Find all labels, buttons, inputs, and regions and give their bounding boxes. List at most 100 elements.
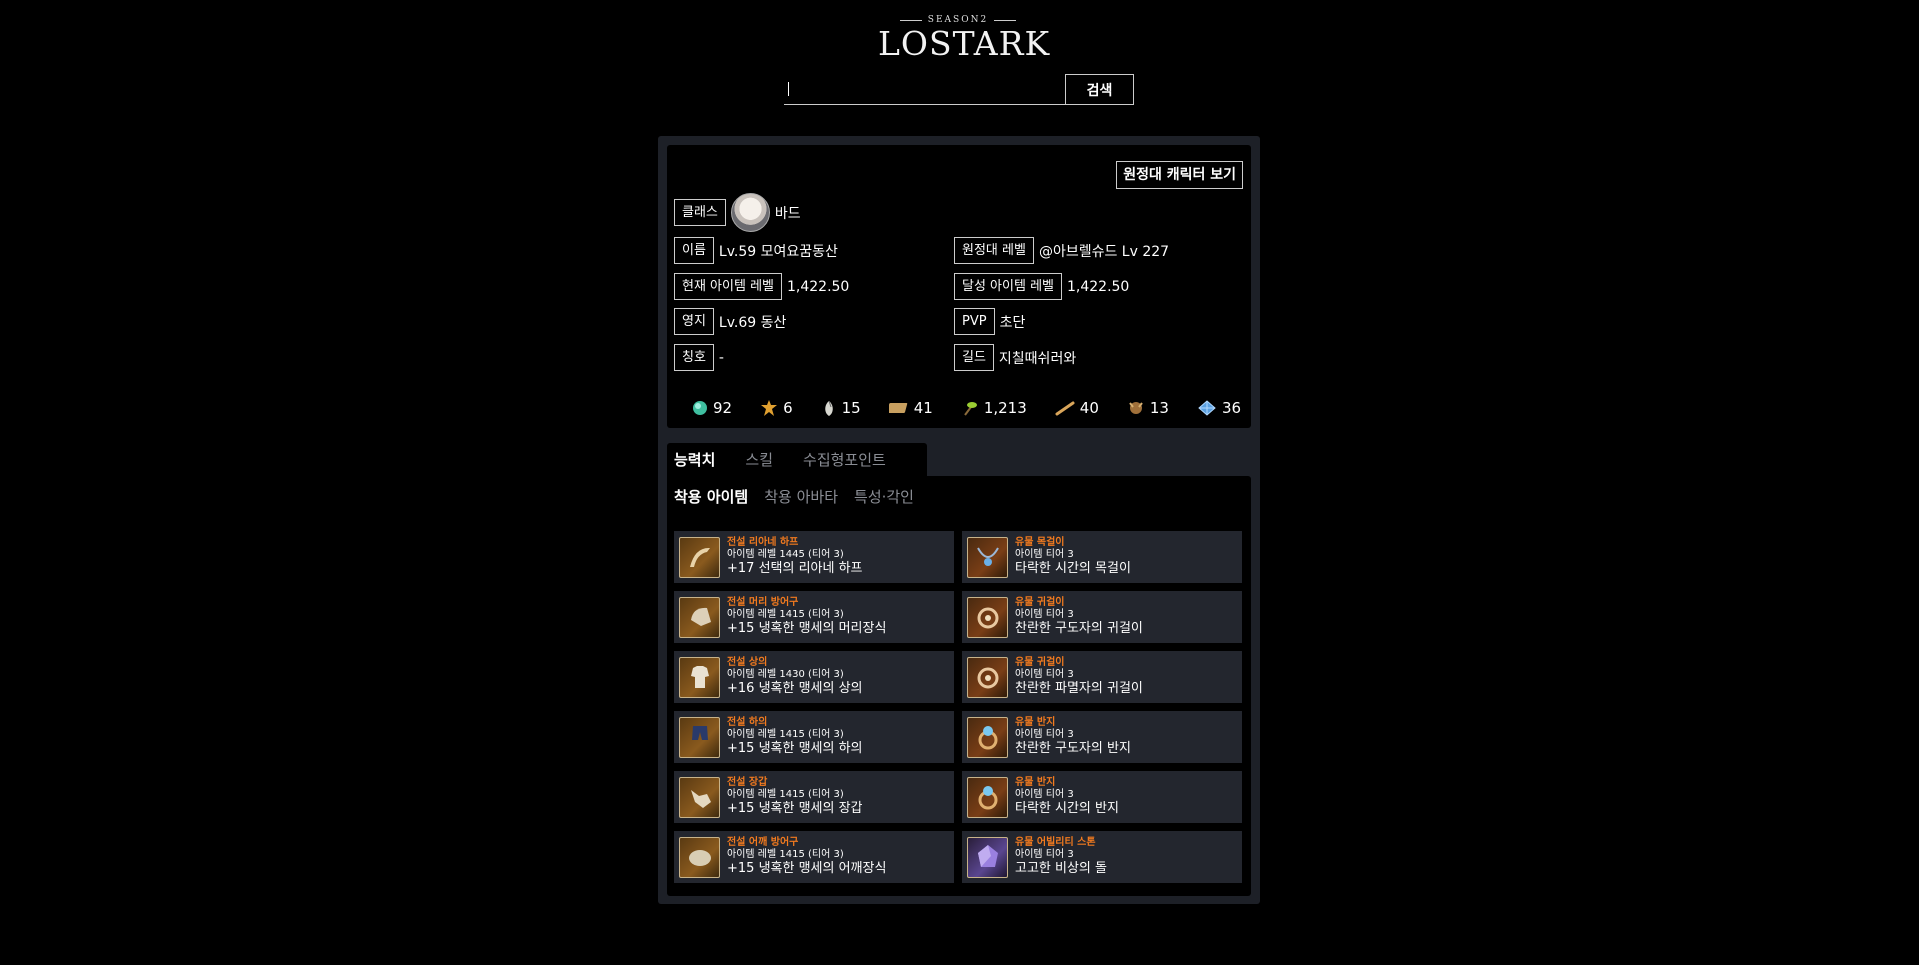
- search-bar: 검색: [784, 74, 1134, 105]
- subtab-equipped-items[interactable]: 착용 아이템: [674, 486, 748, 507]
- item-level: 아이템 티어 3: [1015, 609, 1074, 620]
- collectible-value: 15: [841, 399, 861, 417]
- subtab-equipped-avatar[interactable]: 착용 아바타: [764, 486, 838, 507]
- item-grade: 유물 반지: [1015, 717, 1056, 728]
- logo-name-text: LOSTARK: [878, 24, 1051, 63]
- item-name: +16 냉혹한 맹세의 상의: [727, 681, 863, 696]
- item-level: 아이템 레벨 1415 (티어 3): [727, 849, 844, 860]
- class-value: 바드: [774, 205, 801, 222]
- equipment-slot[interactable]: 전설 어깨 방어구 아이템 레벨 1415 (티어 3) +15 냉혹한 맹세의 어…: [674, 831, 954, 883]
- item-level: 아이템 티어 3: [1015, 549, 1074, 560]
- main-tabs: 능력치 스킬 수집형포인트: [667, 443, 927, 476]
- item-grade: 전설 장갑: [727, 777, 768, 788]
- sub-tabs: 착용 아이템 착용 아바타 특성·각인: [674, 486, 914, 507]
- collectible-value: 36: [1221, 399, 1242, 417]
- info-label: 원정대 레벨: [954, 237, 1034, 264]
- item-level: 아이템 레벨 1415 (티어 3): [727, 789, 844, 800]
- class-label: 클래스: [674, 199, 726, 226]
- equipment-slot[interactable]: 전설 리아네 하프 아이템 레벨 1445 (티어 3) +17 선택의 리아네 하…: [674, 531, 954, 583]
- item-name: +15 냉혹한 맹세의 머리장식: [727, 621, 887, 636]
- tab-collectibles[interactable]: 수집형포인트: [803, 449, 886, 470]
- tab-content: 착용 아이템 착용 아바타 특성·각인 전설 리아네 하프 아이템 레벨 1445…: [667, 476, 1251, 896]
- item-grade: 유물 귀걸이: [1015, 597, 1065, 608]
- item-grade: 전설 어깨 방어구: [727, 837, 799, 848]
- tab-skills[interactable]: 스킬: [745, 449, 773, 470]
- item-grade: 전설 리아네 하프: [727, 537, 799, 548]
- top-armor-icon: [679, 656, 720, 698]
- info-value: Lv.69 동산: [718, 314, 787, 331]
- info-value: 1,422.50: [1067, 278, 1130, 295]
- item-level: 아이템 레벨 1445 (티어 3): [727, 549, 844, 560]
- accessory-slot[interactable]: 유물 반지 아이템 티어 3 찬란한 구도자의 반지: [962, 711, 1242, 763]
- collectible-value: 40: [1079, 399, 1099, 417]
- collectible-item: 36: [1197, 399, 1241, 417]
- leaf-icon: [1198, 400, 1216, 416]
- necklace-icon: [967, 536, 1008, 578]
- helmet-icon: [679, 596, 720, 638]
- collectible-item: 1,213: [961, 399, 1027, 417]
- tab-stats[interactable]: 능력치: [674, 449, 715, 470]
- item-name: 타락한 시간의 목걸이: [1015, 561, 1131, 576]
- item-level: 아이템 티어 3: [1015, 669, 1074, 680]
- item-name: +15 냉혹한 맹세의 어깨장식: [727, 861, 887, 876]
- equipment-slot[interactable]: 전설 장갑 아이템 레벨 1415 (티어 3) +15 냉혹한 맹세의 장갑: [674, 771, 954, 823]
- item-level: 아이템 레벨 1415 (티어 3): [727, 729, 844, 740]
- subtab-engravings[interactable]: 특성·각인: [854, 486, 914, 507]
- item-name: +17 선택의 리아네 하프: [727, 561, 863, 576]
- medal-icon: [1129, 402, 1143, 414]
- item-grade: 전설 하의: [727, 717, 768, 728]
- accessory-slot[interactable]: 유물 목걸이 아이템 티어 3 타락한 시간의 목걸이: [962, 531, 1242, 583]
- info-row-guild: 길드 지칠때쉬러와: [954, 344, 1076, 371]
- shoulder-icon: [679, 836, 720, 878]
- info-label: 이름: [674, 237, 714, 264]
- info-value: @아브렐슈드 Lv 227: [1038, 243, 1170, 260]
- info-value: Lv.59 모여요꿈동산: [718, 243, 838, 260]
- collectible-value: 6: [783, 399, 793, 417]
- collectible-item: 92: [692, 399, 732, 417]
- ring-icon: [967, 716, 1008, 758]
- info-label: 칭호: [674, 344, 714, 371]
- equipment-slot[interactable]: 전설 머리 방어구 아이템 레벨 1415 (티어 3) +15 냉혹한 맹세의 머…: [674, 591, 954, 643]
- item-grade: 전설 상의: [727, 657, 768, 668]
- item-grade: 유물 반지: [1015, 777, 1056, 788]
- info-value: 지칠때쉬러와: [998, 350, 1077, 367]
- collectible-value: 41: [913, 399, 933, 417]
- info-row-pvp: PVP 초단: [954, 308, 1025, 335]
- character-panel: 원정대 캐릭터 보기 클래스 바드 이름 Lv.59 모여요꿈동산 현재 아이템…: [658, 136, 1260, 904]
- ability-stone-icon: [967, 836, 1008, 878]
- island-heart-icon: [693, 401, 707, 415]
- avatar: [730, 193, 770, 232]
- item-level: 아이템 티어 3: [1015, 729, 1074, 740]
- search-button[interactable]: 검색: [1065, 74, 1134, 105]
- accessory-slot[interactable]: 유물 귀걸이 아이템 티어 3 찬란한 구도자의 귀걸이: [962, 591, 1242, 643]
- earring-icon: [967, 596, 1008, 638]
- collectible-value: 1,213: [983, 399, 1027, 417]
- info-label: 달성 아이템 레벨: [954, 273, 1062, 300]
- info-row-title: 칭호 -: [674, 344, 724, 371]
- info-row-estate: 영지 Lv.69 동산: [674, 308, 786, 335]
- item-name: 고고한 비상의 돌: [1015, 861, 1107, 876]
- item-name: 찬란한 파멸자의 귀걸이: [1015, 681, 1143, 696]
- accessory-slot[interactable]: 유물 귀걸이 아이템 티어 3 찬란한 파멸자의 귀걸이: [962, 651, 1242, 703]
- pants-icon: [679, 716, 720, 758]
- info-row-item-level: 현재 아이템 레벨 1,422.50: [674, 273, 849, 300]
- search-input[interactable]: [784, 74, 1065, 105]
- art-icon: [888, 403, 907, 413]
- ring-icon: [967, 776, 1008, 818]
- profile-card: 원정대 캐릭터 보기 클래스 바드 이름 Lv.59 모여요꿈동산 현재 아이템…: [667, 145, 1251, 428]
- accessory-slot[interactable]: 유물 어빌리티 스톤 아이템 티어 3 고고한 비상의 돌: [962, 831, 1242, 883]
- info-row-max-item-level: 달성 아이템 레벨 1,422.50: [954, 273, 1129, 300]
- item-level: 아이템 티어 3: [1015, 789, 1074, 800]
- collectibles-bar: 92 6 15 41 1,213 40 13 36: [692, 399, 1269, 417]
- equipment-slot[interactable]: 전설 하의 아이템 레벨 1415 (티어 3) +15 냉혹한 맹세의 하의: [674, 711, 954, 763]
- lostark-logo[interactable]: SEASON2 LOSTARK: [878, 14, 1051, 64]
- earring-icon: [967, 656, 1008, 698]
- accessory-slot[interactable]: 유물 반지 아이템 티어 3 타락한 시간의 반지: [962, 771, 1242, 823]
- item-level: 아이템 레벨 1415 (티어 3): [727, 609, 844, 620]
- equipment-slot[interactable]: 전설 상의 아이템 레벨 1430 (티어 3) +16 냉혹한 맹세의 상의: [674, 651, 954, 703]
- item-name: 찬란한 구도자의 귀걸이: [1015, 621, 1143, 636]
- collectible-item: 15: [821, 399, 861, 417]
- expedition-characters-button[interactable]: 원정대 캐릭터 보기: [1116, 161, 1243, 189]
- collectible-item: 6: [760, 399, 793, 417]
- flute-icon: [1055, 401, 1075, 416]
